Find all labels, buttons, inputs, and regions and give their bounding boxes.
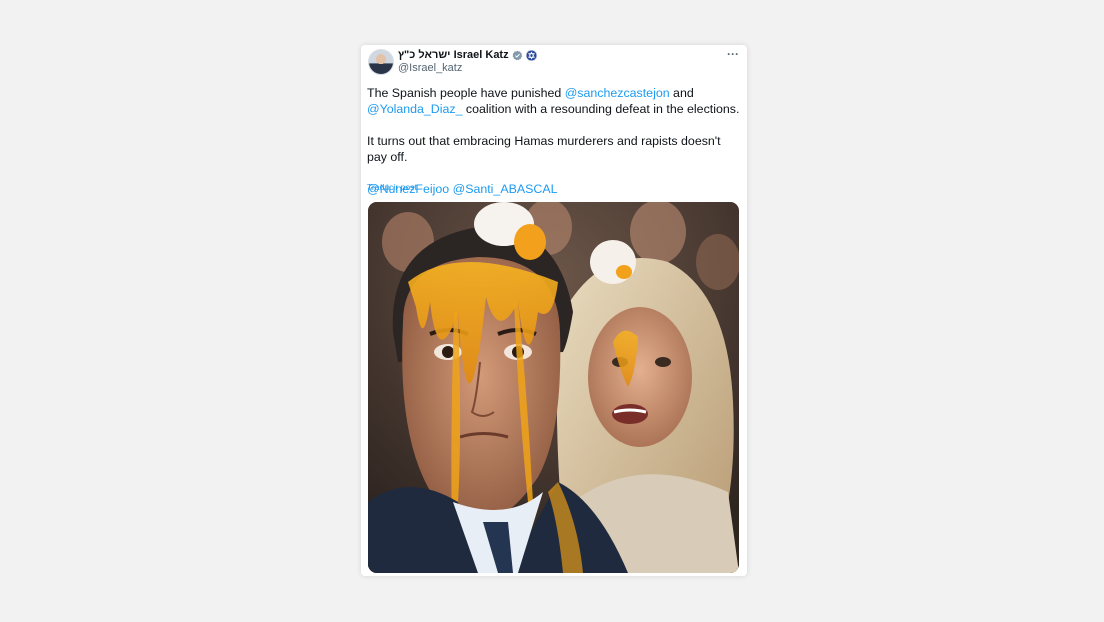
more-options-icon[interactable]: ··· xyxy=(727,47,739,61)
tweet-card[interactable]: ישראל כ"ץ Israel Katz @Israel_katz ··· T… xyxy=(361,45,747,576)
author-handle[interactable]: @Israel_katz xyxy=(398,62,462,74)
mention-link[interactable]: @Santi_ABASCAL xyxy=(453,182,558,196)
verified-badge-icon xyxy=(512,50,522,60)
mention-link[interactable]: @Yolanda_Diaz_ xyxy=(367,102,462,116)
author-name-row[interactable]: ישראל כ"ץ Israel Katz xyxy=(398,49,537,61)
author-avatar[interactable] xyxy=(368,49,394,75)
tweet-text-segment: and xyxy=(669,86,694,100)
tweet-media-image[interactable] xyxy=(368,202,739,573)
tweet-paragraph-3: @NunezFeijoo @Santi_ABASCAL xyxy=(367,181,743,197)
tweet-paragraph-1: The Spanish people have punished @sanche… xyxy=(367,85,743,117)
tweet-paragraph-2: It turns out that embracing Hamas murder… xyxy=(367,134,721,164)
author-display-name[interactable]: ישראל כ"ץ Israel Katz xyxy=(398,49,509,61)
mention-link[interactable]: @sanchezcastejon xyxy=(565,86,670,100)
tweet-text-segment: The Spanish people have punished xyxy=(367,86,565,100)
israel-flag-emoji-icon xyxy=(525,49,537,61)
tweet-body: The Spanish people have punished @sanche… xyxy=(367,85,743,197)
tweet-text-segment: coalition with a resounding defeat in th… xyxy=(462,102,740,116)
translate-post-link[interactable]: Traducir post xyxy=(367,182,417,192)
egg-faces-photo xyxy=(368,202,739,573)
